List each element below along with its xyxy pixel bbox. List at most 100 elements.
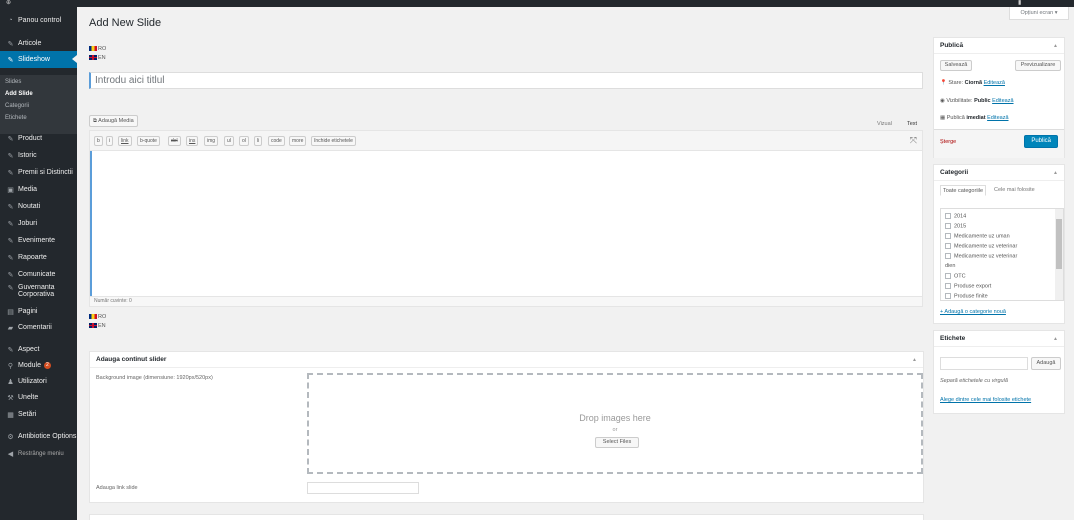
submenu-item-etichete[interactable]: Etichete <box>5 113 27 123</box>
sidebar-item-media[interactable]: ▣ Media <box>0 181 77 198</box>
qt-ul-button[interactable]: ul <box>224 136 234 146</box>
sidebar-item-pagini[interactable]: ▤ Pagini <box>0 303 77 320</box>
category-scrollbar[interactable] <box>1055 209 1063 300</box>
appearance-icon: ✎ <box>7 346 14 354</box>
tab-all-categories[interactable]: Toate categoriile <box>940 185 987 196</box>
category-item[interactable]: Medicamente uz veterinar <box>945 243 1017 249</box>
sidebar-item-guvernanta[interactable]: ✎ Guvernanta Corporativa <box>0 282 77 304</box>
language-ro[interactable]: RO <box>89 45 106 53</box>
category-checkbox[interactable] <box>945 233 951 239</box>
delete-link[interactable]: Șterge <box>940 139 956 145</box>
category-item[interactable]: Produse finite <box>945 293 988 299</box>
sidebar-item-utilizatori[interactable]: ♟ Utilizatori <box>0 373 77 390</box>
submenu-item-add-slide[interactable]: Add Slide <box>5 89 33 99</box>
slider-box-header[interactable]: Adauga continut slider ▲ <box>90 352 923 368</box>
toggle-arrow-icon[interactable]: ▲ <box>1053 38 1058 54</box>
sidebar-item-rapoarte[interactable]: ✎ Rapoarte <box>0 249 77 266</box>
submenu-item-slides[interactable]: Slides <box>5 77 21 87</box>
title-input[interactable]: Introdu aici titlul <box>89 72 923 89</box>
sidebar-item-evenimente[interactable]: ✎ Evenimente <box>0 232 77 249</box>
submenu-item-categorii[interactable]: Categorii <box>5 101 29 111</box>
category-item[interactable]: 2015 <box>945 223 966 229</box>
screen-options-button[interactable]: Opțiuni ecran ▾ <box>1009 7 1069 20</box>
calendar-icon: ▦ <box>940 115 947 121</box>
edit-status-link[interactable]: Editează <box>984 80 1005 86</box>
sidebar-item-dashboard[interactable]: ◔ Panou control <box>0 12 77 29</box>
sidebar-item-comentarii[interactable]: ▰ Comentarii <box>0 319 77 336</box>
language-en[interactable]: EN <box>89 54 106 62</box>
new-tag-input[interactable] <box>940 357 1028 370</box>
sidebar-item-premii[interactable]: ✎ Premii si Distinctii <box>0 164 77 181</box>
toggle-arrow-icon[interactable]: ▲ <box>1053 331 1058 347</box>
category-checkbox[interactable] <box>945 213 951 219</box>
edit-date-link[interactable]: Editează <box>987 115 1008 121</box>
select-files-button[interactable]: Select Files <box>595 437 639 448</box>
edit-visibility-link[interactable]: Editează <box>992 98 1013 104</box>
qt-bold-button[interactable]: b <box>94 136 103 146</box>
qt-italic-button[interactable]: i <box>106 136 114 146</box>
tab-visual[interactable]: Vizual <box>877 120 892 129</box>
preview-button[interactable]: Previzualizare <box>1015 60 1061 71</box>
sidebar-item-module[interactable]: ⚲ Module 2 <box>0 357 77 374</box>
slide-link-input[interactable] <box>307 482 419 494</box>
category-checkbox[interactable] <box>945 293 951 299</box>
categories-box: Categorii ▲ Toate categoriile Cele mai fo… <box>933 164 1065 324</box>
sidebar-item-slideshow[interactable]: ✎ Slideshow <box>0 51 77 68</box>
category-checkbox[interactable] <box>945 243 951 249</box>
publish-button[interactable]: Publică <box>1024 135 1058 148</box>
qt-code-button[interactable]: code <box>268 136 285 146</box>
toggle-arrow-icon[interactable]: ▲ <box>1053 165 1058 181</box>
publish-box-header[interactable]: Publică ▲ <box>934 38 1064 54</box>
image-dropzone[interactable]: Drop images here or Select Files <box>307 373 923 474</box>
category-checkbox[interactable] <box>945 283 951 289</box>
content-textarea[interactable] <box>90 151 922 296</box>
category-checkbox[interactable] <box>945 253 951 259</box>
qt-li-button[interactable]: li <box>254 136 263 146</box>
category-item[interactable]: Produse export <box>945 283 991 289</box>
toggle-arrow-icon[interactable]: ▲ <box>912 352 917 368</box>
sidebar-item-product[interactable]: ✎ Product <box>0 130 77 147</box>
sidebar-item-unelte[interactable]: ⚒ Unelte <box>0 389 77 406</box>
sidebar-item-setari[interactable]: ▦ Setări <box>0 406 77 423</box>
sidebar-item-articole[interactable]: ✎ Articole <box>0 35 77 52</box>
qt-link-button[interactable]: link <box>118 136 132 146</box>
category-item[interactable]: Medicamente uz uman <box>945 233 1010 239</box>
scroll-thumb[interactable] <box>1056 219 1062 269</box>
qt-img-button[interactable]: img <box>204 136 219 146</box>
add-media-button[interactable]: ⧉ Adaugă Media <box>89 115 138 127</box>
collapse-menu-button[interactable]: ◀ Restrânge meniu <box>0 445 77 462</box>
add-new-category-link[interactable]: + Adaugă o categorie nouă <box>940 309 1006 315</box>
category-item[interactable]: 2014 <box>945 213 966 219</box>
qt-blockquote-button[interactable]: b-quote <box>137 136 160 146</box>
qt-ol-button[interactable]: ol <box>239 136 249 146</box>
user-avatar[interactable]: ▮ <box>1018 0 1021 7</box>
wordpress-logo-icon[interactable]: ⊕ <box>6 0 11 7</box>
sidebar-item-comunicate[interactable]: ✎ Comunicate <box>0 266 77 283</box>
sidebar-item-antibiotice-options[interactable]: ⚙ Antibiotice Options <box>0 428 77 445</box>
tags-box-header[interactable]: Etichete ▲ <box>934 331 1064 347</box>
sidebar-item-istoric[interactable]: ✎ Istoric <box>0 147 77 164</box>
status-row: 📍 Stare: Ciornă Editează <box>940 80 1005 86</box>
add-tag-button[interactable]: Adaugă <box>1031 357 1061 370</box>
tab-text[interactable]: Text <box>907 120 917 129</box>
tags-box: Etichete ▲ Adaugă Separă etichetele cu vi… <box>933 330 1065 414</box>
language-en-bottom[interactable]: EN <box>89 322 106 330</box>
category-item[interactable]: OTC <box>945 273 966 279</box>
category-item[interactable]: Medicamente uz veterinar <box>945 253 1017 259</box>
qt-del-button[interactable]: del <box>168 136 181 146</box>
categories-box-header[interactable]: Categorii ▲ <box>934 165 1064 181</box>
sidebar-item-noutati[interactable]: ✎ Noutati <box>0 198 77 215</box>
qt-more-button[interactable]: more <box>289 136 307 146</box>
tab-popular-categories[interactable]: Cele mai folosite <box>992 185 1037 196</box>
category-checkbox[interactable] <box>945 273 951 279</box>
sidebar-item-joburi[interactable]: ✎ Joburi <box>0 215 77 232</box>
save-draft-button[interactable]: Salvează <box>940 60 972 71</box>
qt-ins-button[interactable]: ins <box>186 136 199 146</box>
sidebar-item-aspect[interactable]: ✎ Aspect <box>0 341 77 358</box>
fullscreen-icon[interactable]: ⤧ <box>910 135 917 146</box>
language-ro-bottom[interactable]: RO <box>89 313 106 321</box>
choose-popular-tags-link[interactable]: Alege dintre cele mai folosite etichete <box>940 397 1031 403</box>
category-checkbox[interactable] <box>945 223 951 229</box>
pin-icon: ✎ <box>7 169 14 177</box>
qt-close-tags-button[interactable]: închide etichetele <box>311 136 356 146</box>
